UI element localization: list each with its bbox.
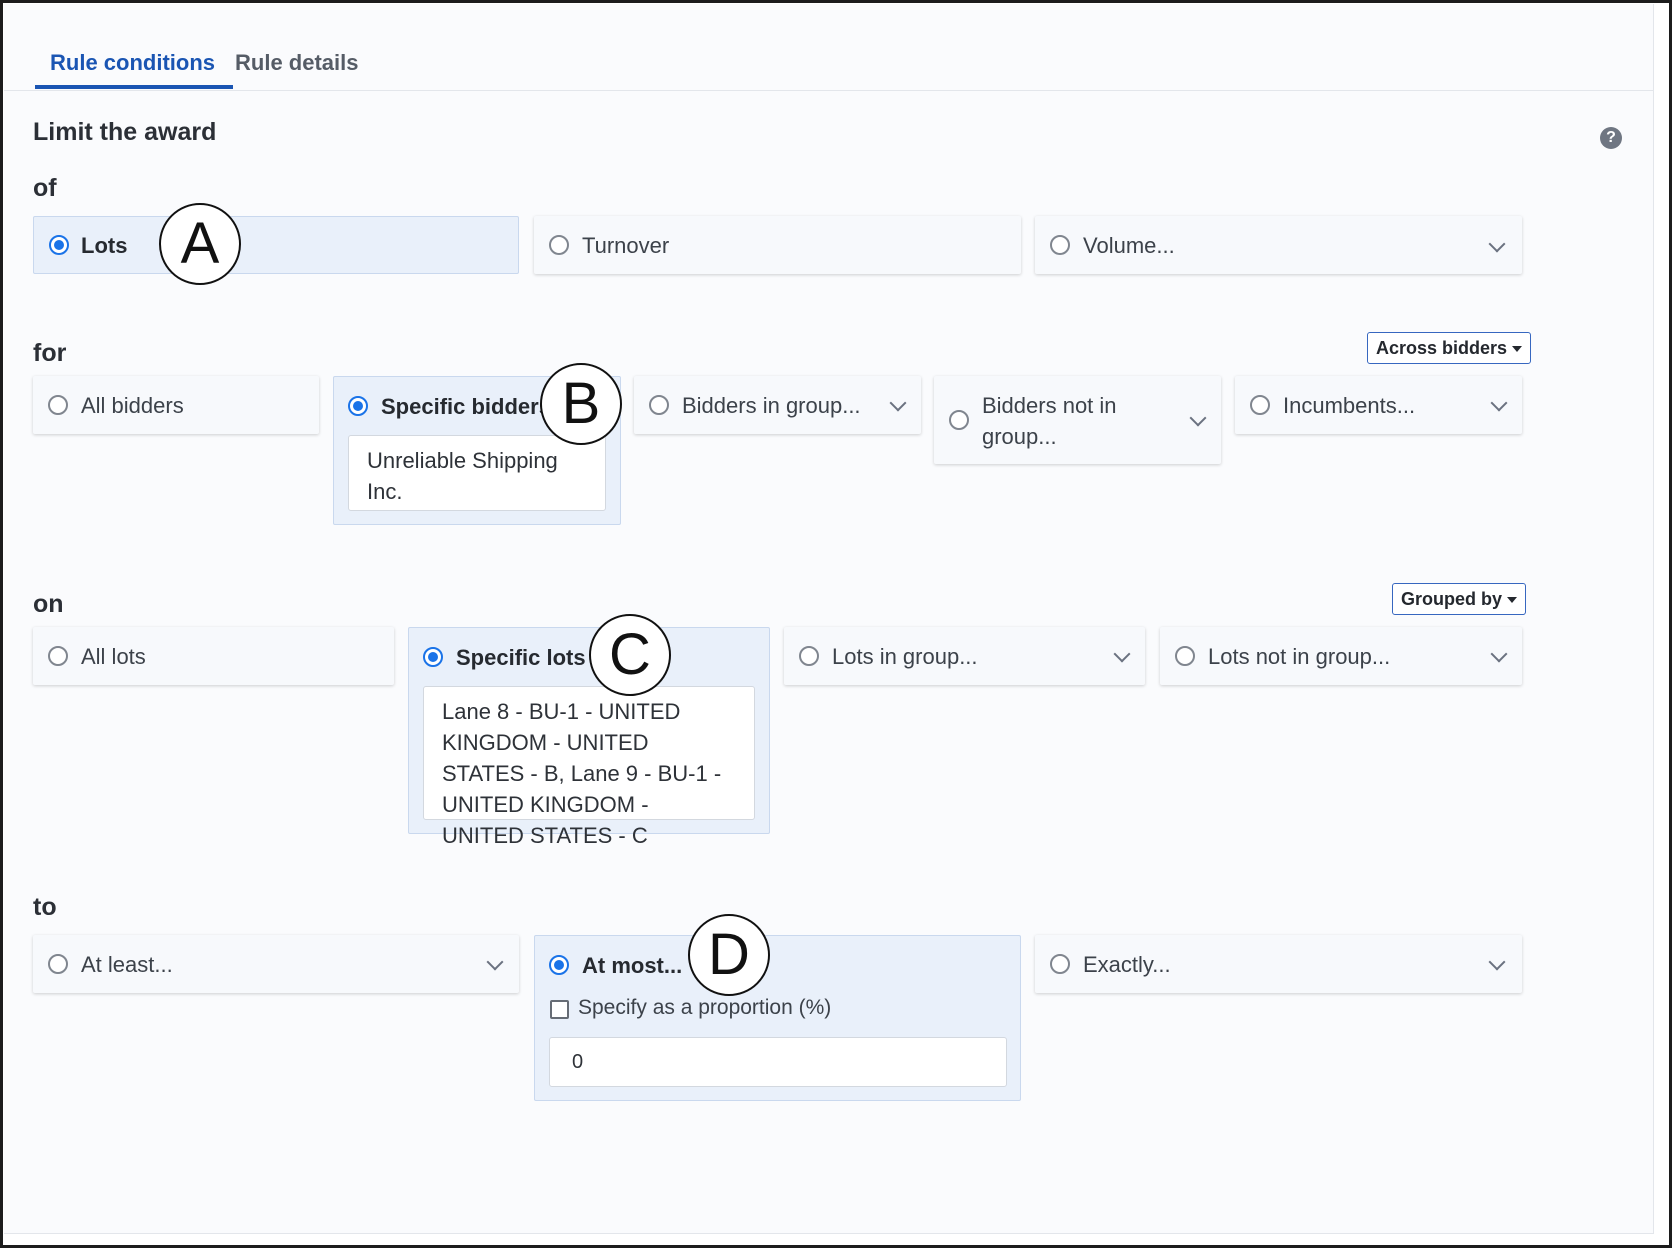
option-all-bidders-label: All bidders	[81, 393, 184, 418]
option-bidders-not-in-group[interactable]: Bidders not in group...	[934, 376, 1221, 464]
chevron-down-icon	[1113, 645, 1131, 663]
option-at-least[interactable]: At least...	[33, 935, 519, 993]
radio-bidders-not-in-group[interactable]	[949, 410, 969, 430]
annotation-marker-a: A	[159, 203, 241, 285]
specific-bidders-value[interactable]: Unreliable Shipping Inc.	[348, 435, 606, 511]
caret-down-icon	[1507, 597, 1518, 604]
option-incumbents-label: Incumbents...	[1283, 393, 1416, 418]
annotation-marker-c: C	[589, 614, 671, 696]
option-lots-label: Lots	[81, 233, 128, 258]
section-heading-to: to	[33, 893, 57, 921]
option-lots-not-in-group-label: Lots not in group...	[1208, 644, 1391, 669]
annotation-marker-b: B	[540, 363, 622, 445]
option-incumbents[interactable]: Incumbents...	[1235, 376, 1522, 434]
annotation-marker-d: D	[688, 914, 770, 996]
radio-volume[interactable]	[1050, 235, 1070, 255]
help-icon[interactable]: ?	[1600, 127, 1622, 149]
rule-panel: Rule conditions Rule details Limit the a…	[4, 4, 1654, 1234]
option-volume[interactable]: Volume...	[1035, 216, 1522, 274]
option-lots-in-group-label: Lots in group...	[832, 644, 978, 669]
proportion-checkbox[interactable]	[550, 1000, 569, 1019]
option-turnover-label: Turnover	[582, 233, 670, 258]
option-all-lots[interactable]: All lots	[33, 627, 394, 685]
radio-all-bidders[interactable]	[48, 395, 68, 415]
section-heading-for: for	[33, 339, 67, 367]
grouped-by-button[interactable]: Grouped by	[1392, 583, 1527, 615]
radio-lots-not-in-group[interactable]	[1175, 646, 1195, 666]
option-lots-not-in-group[interactable]: Lots not in group...	[1160, 627, 1522, 685]
page-title: Limit the award	[33, 118, 217, 146]
radio-lots-in-group[interactable]	[799, 646, 819, 666]
option-lots[interactable]: Lots	[33, 216, 519, 274]
option-lots-in-group[interactable]: Lots in group...	[784, 627, 1145, 685]
option-specific-lots-label: Specific lots	[456, 645, 586, 670]
radio-specific-lots[interactable]	[423, 647, 443, 667]
option-bidders-in-group-label: Bidders in group...	[682, 393, 861, 418]
option-at-most[interactable]: At most... Specify as a proportion (%) 0	[534, 935, 1021, 1101]
option-all-lots-label: All lots	[81, 644, 146, 669]
option-exactly-label: Exactly...	[1083, 952, 1171, 977]
radio-exactly[interactable]	[1050, 954, 1070, 974]
section-heading-on: on	[33, 590, 64, 618]
option-all-bidders[interactable]: All bidders	[33, 376, 319, 434]
caret-down-icon	[1512, 346, 1523, 353]
tab-rule-conditions[interactable]: Rule conditions	[50, 50, 215, 76]
proportion-checkbox-label: Specify as a proportion (%)	[578, 996, 832, 1019]
radio-at-least[interactable]	[48, 954, 68, 974]
at-most-value-input[interactable]: 0	[549, 1037, 1007, 1087]
radio-all-lots[interactable]	[48, 646, 68, 666]
option-at-least-label: At least...	[81, 952, 173, 977]
radio-at-most[interactable]	[549, 955, 569, 975]
tab-bar: Rule conditions Rule details	[4, 4, 1653, 91]
radio-incumbents[interactable]	[1250, 395, 1270, 415]
chevron-down-icon	[1488, 953, 1506, 971]
tab-rule-details[interactable]: Rule details	[235, 50, 358, 76]
radio-lots[interactable]	[49, 235, 69, 255]
option-exactly[interactable]: Exactly...	[1035, 935, 1522, 993]
active-tab-indicator	[35, 85, 233, 89]
across-bidders-button[interactable]: Across bidders	[1367, 332, 1532, 364]
option-turnover[interactable]: Turnover	[534, 216, 1021, 274]
chevron-down-icon	[1490, 394, 1508, 412]
chevron-down-icon	[1189, 409, 1207, 427]
option-bidders-in-group[interactable]: Bidders in group...	[634, 376, 921, 434]
specific-lots-value[interactable]: Lane 8 - BU-1 - UNITED KINGDOM - UNITED …	[423, 686, 755, 848]
chevron-down-icon	[486, 953, 504, 971]
radio-specific-bidders[interactable]	[348, 396, 368, 416]
option-volume-label: Volume...	[1083, 233, 1175, 258]
across-bidders-label: Across bidders	[1376, 338, 1508, 358]
option-bidders-not-in-group-label: Bidders not in group...	[982, 393, 1117, 449]
option-at-most-label: At most...	[582, 953, 683, 978]
chevron-down-icon	[889, 394, 907, 412]
section-heading-of: of	[33, 174, 57, 202]
chevron-down-icon	[1488, 235, 1506, 253]
radio-bidders-in-group[interactable]	[649, 395, 669, 415]
grouped-by-label: Grouped by	[1401, 589, 1503, 609]
chevron-down-icon	[1490, 645, 1508, 663]
radio-turnover[interactable]	[549, 235, 569, 255]
